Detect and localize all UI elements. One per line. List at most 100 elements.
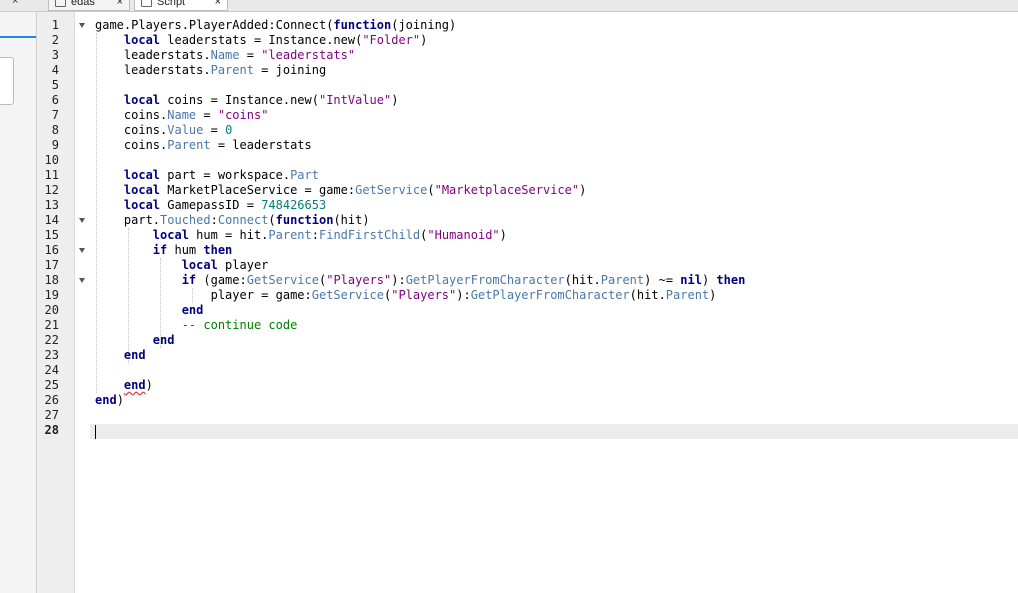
code-token: local — [152, 228, 189, 242]
code-token: Parent — [268, 228, 312, 242]
line-number: 9 — [51, 138, 59, 152]
tab-script[interactable]: Script × — [134, 0, 228, 11]
code-token: GetService — [355, 183, 428, 197]
tab-edas[interactable]: edas × — [48, 0, 130, 11]
close-icon[interactable]: × — [12, 0, 18, 7]
code-line[interactable]: coins.Value = 0 — [95, 123, 232, 138]
code-token: -- continue code — [181, 318, 298, 332]
code-line[interactable]: end) — [95, 393, 124, 408]
code-token: end — [95, 393, 117, 407]
tab-bar: × edas × Script × — [0, 0, 1018, 12]
line-number: 5 — [51, 78, 59, 92]
code-line[interactable]: player = game:GetService("Players"):GetP… — [95, 288, 717, 303]
fold-arrow-icon[interactable] — [79, 23, 85, 28]
code-token: "Players" — [326, 273, 392, 287]
code-token: ): — [456, 288, 471, 302]
code-token: game.Players.PlayerAdded:Connect( — [95, 18, 334, 32]
text-caret — [95, 425, 96, 439]
script-icon — [141, 0, 152, 7]
current-line-highlight — [90, 424, 1018, 439]
fold-arrow-icon[interactable] — [79, 278, 85, 283]
line-number: 21 — [44, 318, 59, 332]
line-number: 13 — [44, 198, 59, 212]
code-token: Parent — [167, 138, 211, 152]
code-line[interactable]: local coins = Instance.new("IntValue") — [95, 93, 399, 108]
code-line[interactable]: end) — [95, 378, 153, 393]
code-line[interactable]: coins.Name = "coins" — [95, 108, 269, 123]
image-icon — [55, 0, 66, 7]
line-number: 12 — [44, 183, 59, 197]
line-number: 3 — [51, 48, 59, 62]
code-line[interactable]: end — [95, 303, 204, 318]
line-number: 23 — [44, 348, 59, 362]
line-number: 14 — [44, 213, 59, 227]
code-line[interactable]: coins.Parent = leaderstats — [95, 138, 312, 153]
code-token: (joining) — [391, 18, 457, 32]
code-token: end — [181, 303, 204, 317]
code-token: Value — [167, 123, 204, 137]
code-token: 0 — [225, 123, 233, 137]
code-token: ) — [420, 33, 428, 47]
code-line[interactable]: local GamepassID = 748426653 — [95, 198, 326, 213]
code-line[interactable]: local MarketPlaceService = game:GetServi… — [95, 183, 586, 198]
code-token: ) — [499, 228, 507, 242]
code-line[interactable]: local part = workspace.Part — [95, 168, 319, 183]
code-line[interactable]: end — [95, 348, 146, 363]
code-token: "Folder" — [362, 33, 421, 47]
code-token: (game: — [196, 273, 247, 287]
code-token: = — [196, 108, 218, 122]
code-token: ) — [116, 393, 124, 407]
code-token: function — [275, 213, 334, 227]
line-number: 7 — [51, 108, 59, 122]
code-line[interactable]: local player — [95, 258, 269, 273]
tab-close-icon[interactable]: × — [117, 0, 123, 8]
code-token: local — [123, 198, 161, 212]
code-token: ) — [145, 378, 153, 392]
code-token: ) ~= — [644, 273, 681, 287]
code-token: "coins" — [217, 108, 269, 122]
code-token: FindFirstChild — [319, 228, 421, 242]
code-token: Touched — [160, 213, 211, 227]
code-token: "Humanoid" — [427, 228, 500, 242]
code-token: ): — [391, 273, 406, 287]
code-token: GamepassID = — [160, 198, 262, 212]
code-line[interactable]: if hum then — [95, 243, 232, 258]
code-line[interactable]: leaderstats.Name = "leaderstats" — [95, 48, 355, 63]
line-number: 28 — [44, 423, 59, 437]
code-token: then — [203, 243, 233, 257]
code-token: local — [123, 93, 161, 107]
code-token: 748426653 — [261, 198, 327, 212]
code-token: if — [152, 243, 168, 257]
line-number: 19 — [44, 288, 59, 302]
code-line[interactable]: game.Players.PlayerAdded:Connect(functio… — [95, 18, 456, 33]
line-number: 20 — [44, 303, 59, 317]
code-line[interactable]: if (game:GetService("Players"):GetPlayer… — [95, 273, 746, 288]
code-token: Name — [167, 108, 197, 122]
code-line[interactable]: end — [95, 333, 175, 348]
panel-input-box[interactable] — [0, 57, 14, 105]
line-number: 27 — [44, 408, 59, 422]
code-token: "IntValue" — [318, 93, 392, 107]
fold-arrow-icon[interactable] — [79, 248, 85, 253]
fold-arrow-icon[interactable] — [79, 218, 85, 223]
code-token: local — [181, 258, 218, 272]
code-line[interactable]: part.Touched:Connect(function(hit) — [95, 213, 370, 228]
code-line[interactable]: local hum = hit.Parent:FindFirstChild("H… — [95, 228, 507, 243]
code-line[interactable]: local leaderstats = Instance.new("Folder… — [95, 33, 427, 48]
code-token: end — [123, 348, 146, 362]
code-token: coins. — [95, 108, 168, 122]
line-number: 25 — [44, 378, 59, 392]
line-number-gutter: 1 2 3 4 5 6 7 8 9 10 11 12 13 14 15 16 17 18 19 20 21 22 23 24 2… — [37, 12, 75, 593]
code-line[interactable]: -- continue code — [95, 318, 298, 333]
code-token: GetService — [246, 273, 319, 287]
code-token: part. — [95, 213, 161, 227]
code-token: leaderstats. — [95, 63, 211, 77]
code-line[interactable]: leaderstats.Parent = joining — [95, 63, 326, 78]
tab-close-icon[interactable]: × — [215, 0, 221, 8]
